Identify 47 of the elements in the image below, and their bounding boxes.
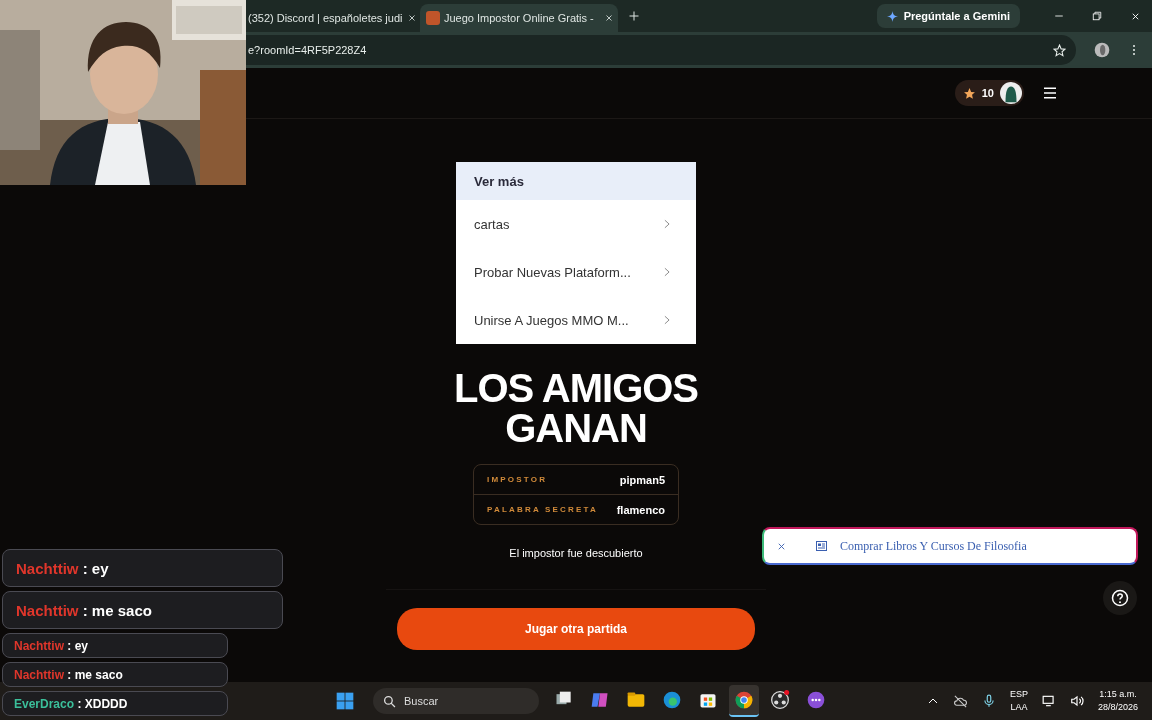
favicon-icon [426, 11, 440, 25]
menu-title: Ver más [456, 162, 696, 200]
address-field[interactable]: e?roomId=4RF5P228Z4 [246, 35, 1076, 65]
play-again-button[interactable]: Jugar otra partida [397, 608, 755, 650]
close-icon[interactable] [406, 13, 416, 23]
article-icon [815, 540, 828, 552]
star-icon [962, 86, 976, 100]
chrome-app-icon[interactable] [729, 685, 759, 717]
chat-message: Nachttiw : me saco [2, 591, 283, 629]
profile-icon[interactable] [1094, 42, 1110, 58]
help-button[interactable] [1103, 581, 1137, 615]
close-icon[interactable] [604, 13, 614, 23]
ad-banner[interactable]: Comprar Libros Y Cursos De Filosofia [762, 527, 1138, 565]
avatar-icon[interactable] [1000, 82, 1022, 104]
search-icon [383, 694, 396, 708]
chevron-right-icon [662, 266, 672, 278]
language-indicator[interactable]: ESP LAA [1009, 688, 1028, 714]
detail-label: PALABRA SECRETA [487, 505, 599, 514]
search-field[interactable]: Buscar [373, 688, 539, 714]
cloud-off-icon[interactable] [952, 693, 968, 709]
chevron-right-icon [662, 314, 672, 326]
gemini-button[interactable]: Pregúntale a Gemini [876, 4, 1020, 28]
help-icon [1111, 589, 1129, 607]
chat-message: Nachttiw : ey [2, 633, 228, 658]
chat-message: Nachttiw : ey [2, 549, 283, 587]
detail-value: flamenco [616, 503, 665, 516]
browser-tab[interactable]: (352) Discord | españoletes judi [246, 4, 416, 32]
coins-badge[interactable]: 10 [954, 80, 1024, 106]
plus-icon[interactable] [628, 10, 640, 22]
windows-icon[interactable] [335, 691, 355, 711]
ad-text: Comprar Libros Y Cursos De Filosofia [840, 538, 1027, 554]
clock[interactable]: 1:15 a.m. 28/8/2026 [1097, 688, 1138, 714]
star-icon[interactable] [1053, 43, 1066, 57]
result-title: LOS AMIGOS GANAN [452, 368, 700, 448]
monitor-icon[interactable] [1041, 694, 1056, 708]
speaker-icon[interactable] [1069, 694, 1084, 708]
browser-tab[interactable]: Juego Impostor Online Gratis - [420, 4, 618, 32]
restore-icon[interactable] [1092, 11, 1102, 21]
detail-label: IMPOSTOR [487, 475, 548, 484]
detail-value: pipman5 [619, 473, 665, 486]
chevron-right-icon [662, 218, 672, 230]
sparkle-icon [886, 10, 898, 22]
chat-message: Nachttiw : me saco [2, 662, 228, 687]
menu-icon[interactable] [1042, 85, 1058, 101]
microphone-icon[interactable] [981, 694, 996, 708]
chat-message: EverDraco : XDDDD [2, 691, 228, 716]
result-message: El impostor fue descubierto [509, 547, 643, 559]
